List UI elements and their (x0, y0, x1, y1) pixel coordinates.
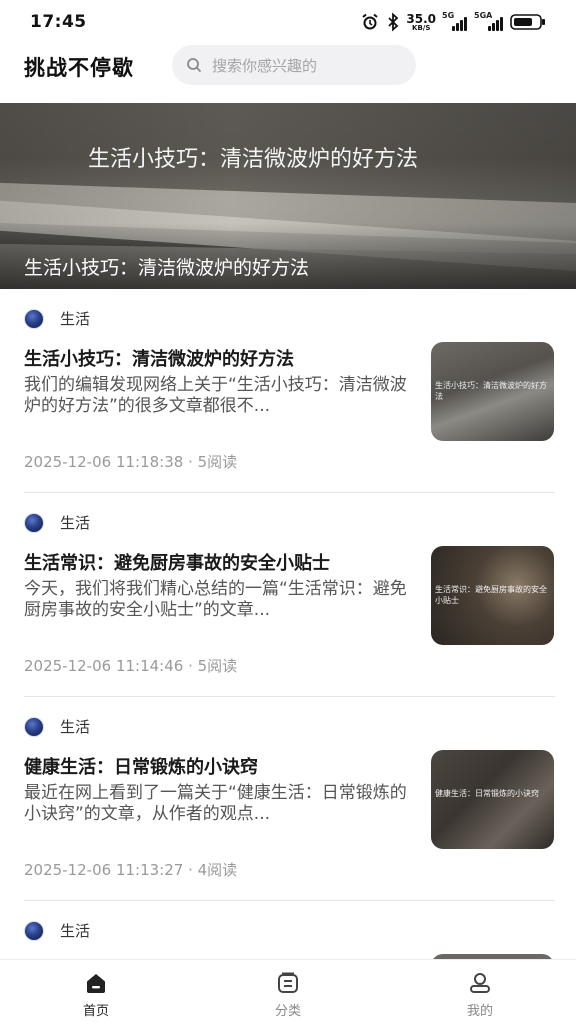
app-header: 挑战不停歇 搜索你感兴趣的 (0, 44, 576, 102)
article-meta: 2025-12-06 11:18:38 · 5阅读 (24, 453, 238, 471)
article-title: 健康生活：日常锻炼的小诀窍 (24, 757, 258, 778)
article-card[interactable]: 生活 生活常识：避免厨房事故的安全小贴士 今天，我们将我们精心总结的一篇“生活常… (0, 493, 576, 696)
app-title: 挑战不停歇 (24, 56, 134, 80)
category-label: 生活 (60, 718, 91, 736)
article-card[interactable]: 生活 (0, 901, 576, 959)
bluetooth-icon (386, 12, 400, 32)
category-label: 生活 (60, 514, 91, 532)
category-label: 生活 (60, 922, 91, 940)
banner-caption: 生活小技巧：清洁微波炉的好方法 (24, 257, 310, 279)
network-speed: 35.0 KB/S (406, 13, 436, 32)
bottom-navigation: 首页 分类 我的 (0, 959, 576, 1024)
article-thumbnail: 生活常识：避免厨房事故的安全小贴士 (431, 546, 554, 645)
net-speed-value: 35.0 (406, 11, 436, 26)
article-meta: 2025-12-06 11:13:27 · 4阅读 (24, 861, 238, 879)
article-title: 生活常识：避免厨房事故的安全小贴士 (24, 553, 330, 574)
net-speed-unit: KB/S (412, 23, 431, 32)
category-row: 生活 (24, 920, 90, 941)
article-meta: 2025-12-06 11:14:46 · 5阅读 (24, 657, 238, 675)
search-icon (186, 57, 202, 77)
category-icon (24, 308, 44, 329)
banner-image-title: 生活小技巧：清洁微波炉的好方法 (88, 147, 419, 172)
article-thumbnail: 生活小技巧：清洁微波炉的好方法 (431, 342, 554, 441)
status-icons: 35.0 KB/S 5G 5GA (360, 11, 546, 32)
article-summary: 最近在网上看到了一篇关于“健康生活：日常锻炼的小诀窍”的文章，从作者的观点... (24, 783, 407, 824)
article-card[interactable]: 生活 生活小技巧：清洁微波炉的好方法 我们的编辑发现网络上关于“生活小技巧：清洁… (0, 289, 576, 492)
nav-category[interactable]: 分类 (192, 960, 384, 1024)
status-bar: 17:45 35.0 KB/S 5G 5GA (0, 0, 576, 44)
category-icon (24, 716, 44, 737)
article-title: 生活小技巧：清洁微波炉的好方法 (24, 349, 294, 370)
search-input[interactable]: 搜索你感兴趣的 (172, 45, 416, 85)
nav-profile-label: 我的 (466, 1004, 493, 1019)
signal-5ga-icon: 5GA (474, 11, 504, 31)
article-summary: 今天，我们将我们精心总结的一篇“生活常识：避免厨房事故的安全小贴士”的文章... (24, 579, 407, 620)
home-icon (84, 972, 108, 994)
category-row: 生活 (24, 512, 90, 533)
alarm-icon (360, 12, 380, 32)
banner-carousel[interactable]: 生活小技巧：清洁微波炉的好方法 生活小技巧：清洁微波炉的好方法 (0, 103, 576, 289)
category-icon (24, 512, 44, 533)
profile-icon (468, 972, 492, 994)
thumbnail-caption: 生活常识：避免厨房事故的安全小贴士 (435, 585, 547, 605)
battery-icon (510, 13, 546, 31)
category-icon (276, 972, 300, 994)
category-label: 生活 (60, 310, 91, 328)
nav-home[interactable]: 首页 (0, 960, 192, 1024)
article-thumbnail: 健康生活：日常锻炼的小诀窍 (431, 750, 554, 849)
nav-profile[interactable]: 我的 (384, 960, 576, 1024)
thumbnail-caption: 健康生活：日常锻炼的小诀窍 (435, 789, 539, 798)
nav-category-label: 分类 (274, 1004, 301, 1019)
category-icon (24, 920, 44, 941)
category-row: 生活 (24, 308, 90, 329)
nav-home-label: 首页 (82, 1004, 109, 1019)
article-summary: 我们的编辑发现网络上关于“生活小技巧：清洁微波炉的好方法”的很多文章都很不... (24, 375, 407, 416)
search-placeholder: 搜索你感兴趣的 (212, 56, 318, 75)
category-row: 生活 (24, 716, 90, 737)
signal-5g-icon: 5G (442, 11, 468, 31)
status-time: 17:45 (30, 12, 87, 32)
thumbnail-caption: 生活小技巧：清洁微波炉的好方法 (435, 381, 547, 401)
article-card[interactable]: 生活 健康生活：日常锻炼的小诀窍 最近在网上看到了一篇关于“健康生活：日常锻炼的… (0, 697, 576, 900)
